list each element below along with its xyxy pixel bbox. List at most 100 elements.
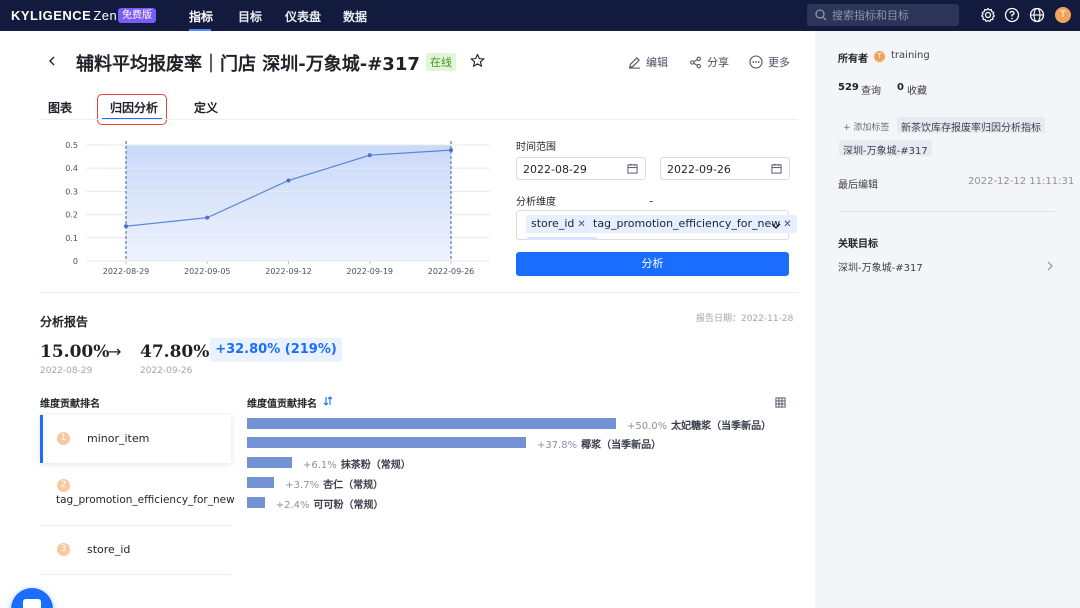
value-bar-label: +2.4% 可可粉（常规） bbox=[276, 496, 384, 511]
calendar-icon bbox=[771, 163, 782, 174]
tab-definition[interactable]: 定义 bbox=[194, 99, 218, 116]
settings-icon[interactable] bbox=[980, 7, 996, 23]
data-point bbox=[205, 215, 210, 220]
back-icon[interactable] bbox=[46, 55, 58, 67]
remove-chip-icon[interactable]: ✕ bbox=[783, 219, 791, 230]
dimension-rank-item[interactable]: 2 tag_promotion_efficiency_for_new bbox=[40, 474, 235, 522]
status-badge: 在线 bbox=[426, 53, 456, 71]
start-date-input[interactable]: 2022-08-29 bbox=[516, 157, 646, 180]
dimension-chip-tag-promotion[interactable]: tag_promotion_efficiency_for_new ✕ bbox=[588, 215, 797, 233]
plus-icon: + bbox=[843, 123, 854, 133]
fav-label: 收藏 bbox=[907, 86, 927, 97]
linked-goal-item[interactable]: 深圳-万象城-#317 bbox=[838, 259, 923, 274]
globe-icon[interactable] bbox=[1029, 7, 1045, 23]
dimension-chip-store-id[interactable]: store_id ✕ bbox=[526, 215, 591, 233]
data-point bbox=[124, 224, 128, 229]
value-bar-pct: +50.0% bbox=[627, 421, 668, 432]
end-value: 47.80% bbox=[140, 342, 210, 362]
free-badge: 免费版 bbox=[118, 8, 156, 23]
last-edit-time: 2022-12-12 11:11:31 bbox=[968, 176, 1075, 187]
value-bar-name: 可可粉（常规） bbox=[313, 500, 384, 511]
x-tick-label: 2022-09-05 bbox=[184, 267, 231, 276]
query-count: 529 bbox=[838, 82, 859, 93]
dimension-label: 分析维度 bbox=[516, 197, 556, 208]
rank-label: store_id bbox=[87, 543, 131, 556]
value-bar[interactable] bbox=[247, 497, 265, 508]
value-bar[interactable] bbox=[247, 457, 293, 468]
trend-chart-svg: 0 0.1 0.2 0.3 0.4 0.5 2022-08-29 2022-09-05 2022… bbox=[65, 141, 490, 276]
nav-item-dashboard[interactable]: 仪表盘 bbox=[285, 8, 321, 25]
nav-item-metrics[interactable]: 指标 bbox=[189, 8, 213, 25]
star-icon[interactable] bbox=[470, 53, 485, 68]
chat-button[interactable] bbox=[11, 588, 53, 608]
chat-icon bbox=[23, 599, 41, 608]
value-bar-label: +3.7% 杏仁（常规） bbox=[285, 476, 383, 491]
edit-button[interactable]: 编辑 bbox=[628, 54, 668, 70]
selection-area bbox=[126, 145, 451, 261]
value-bar[interactable] bbox=[247, 477, 275, 488]
calendar-icon bbox=[627, 163, 638, 174]
value-bar-name: 抹茶粉（常规） bbox=[340, 460, 411, 471]
linked-goal-title: 关联目标 bbox=[838, 239, 878, 250]
tag-item[interactable]: 新茶饮库存报废率归因分析指标 bbox=[897, 117, 1045, 134]
report-date: 报告日期：2022-11-28 bbox=[696, 314, 794, 324]
rank-label: tag_promotion_efficiency_for_new bbox=[56, 494, 235, 506]
end-date-input[interactable]: 2022-09-26 bbox=[660, 157, 790, 180]
avatar[interactable]: T bbox=[1055, 7, 1071, 23]
report-title: 分析报告 bbox=[40, 315, 89, 329]
chevron-down-icon[interactable] bbox=[771, 221, 781, 231]
main-content: 辅料平均报废率｜门店 深圳-万象城-#317 在线 编辑 分享 更多 图表 归因… bbox=[0, 31, 815, 608]
more-button[interactable]: 更多 bbox=[749, 54, 790, 70]
dimension-scrollbar bbox=[527, 237, 597, 240]
y-tick-label: 0 bbox=[73, 257, 78, 266]
nav-item-data[interactable]: 数据 bbox=[343, 8, 367, 25]
value-bar-pct: +3.7% bbox=[285, 480, 320, 491]
tag-item[interactable]: 深圳-万象城-#317 bbox=[839, 140, 932, 157]
x-tick-label: 2022-09-26 bbox=[428, 267, 475, 276]
rank-number: 1 bbox=[57, 432, 70, 445]
remove-chip-icon[interactable]: ✕ bbox=[577, 219, 585, 230]
owner-name: training bbox=[891, 50, 930, 61]
value-bar[interactable] bbox=[247, 418, 616, 429]
logo[interactable]: KYLIGENCE Zen bbox=[11, 8, 117, 23]
search-icon bbox=[815, 9, 827, 21]
end-value-date: 2022-09-26 bbox=[140, 366, 193, 376]
tabs-divider bbox=[40, 119, 798, 120]
value-bar[interactable] bbox=[247, 437, 526, 448]
sidebar-divider bbox=[838, 211, 1055, 212]
help-icon[interactable] bbox=[1004, 7, 1020, 23]
rank-divider bbox=[40, 574, 231, 575]
chevron-right-icon[interactable] bbox=[1046, 261, 1054, 271]
table-view-icon[interactable] bbox=[775, 397, 786, 408]
rank-number: 3 bbox=[57, 543, 70, 556]
value-bar-label: +6.1% 抹茶粉（常规） bbox=[303, 456, 411, 471]
tab-chart[interactable]: 图表 bbox=[48, 99, 72, 116]
dimension-rank-title: 维度贡献排名 bbox=[40, 399, 100, 410]
add-tag-button[interactable]: + 添加标签 bbox=[843, 120, 889, 133]
date-separator: - bbox=[649, 194, 654, 208]
time-range-label: 时间范围 bbox=[516, 142, 556, 153]
y-tick-label: 0.4 bbox=[65, 164, 78, 173]
analyze-button[interactable]: 分析 bbox=[516, 252, 789, 276]
x-tick-label: 2022-09-19 bbox=[347, 267, 394, 276]
share-button[interactable]: 分享 bbox=[689, 54, 729, 70]
fav-count: 0 bbox=[897, 82, 904, 93]
dimension-rank-item[interactable]: 1 minor_item bbox=[40, 415, 231, 463]
sort-icon[interactable] bbox=[323, 396, 333, 406]
value-bar-pct: +2.4% bbox=[275, 500, 310, 511]
search-input[interactable]: 搜索指标和目标 bbox=[807, 4, 959, 26]
rank-number: 2 bbox=[57, 479, 70, 492]
dimension-rank-item[interactable]: 3 store_id bbox=[40, 528, 231, 576]
tab-attribution[interactable]: 归因分析 bbox=[110, 99, 158, 116]
change-badge: +32.80% (219%) bbox=[210, 338, 342, 362]
x-tick-label: 2022-09-12 bbox=[265, 267, 312, 276]
y-tick-label: 0.5 bbox=[65, 141, 78, 150]
value-rank-title: 维度值贡献排名 bbox=[247, 399, 317, 410]
trend-chart: 0 0.1 0.2 0.3 0.4 0.5 2022-08-29 2022-09-05 2022… bbox=[40, 131, 510, 291]
dimension-select[interactable]: store_id ✕ tag_promotion_efficiency_for_n… bbox=[516, 210, 797, 240]
top-nav: KYLIGENCE Zen 免费版 指标 目标 仪表盘 数据 搜索指标和目标 T bbox=[0, 0, 1080, 31]
x-tick-label: 2022-08-29 bbox=[103, 267, 150, 276]
nav-item-goals[interactable]: 目标 bbox=[238, 8, 262, 25]
y-tick-label: 0.1 bbox=[65, 234, 78, 243]
value-bar-pct: +37.8% bbox=[536, 440, 578, 451]
